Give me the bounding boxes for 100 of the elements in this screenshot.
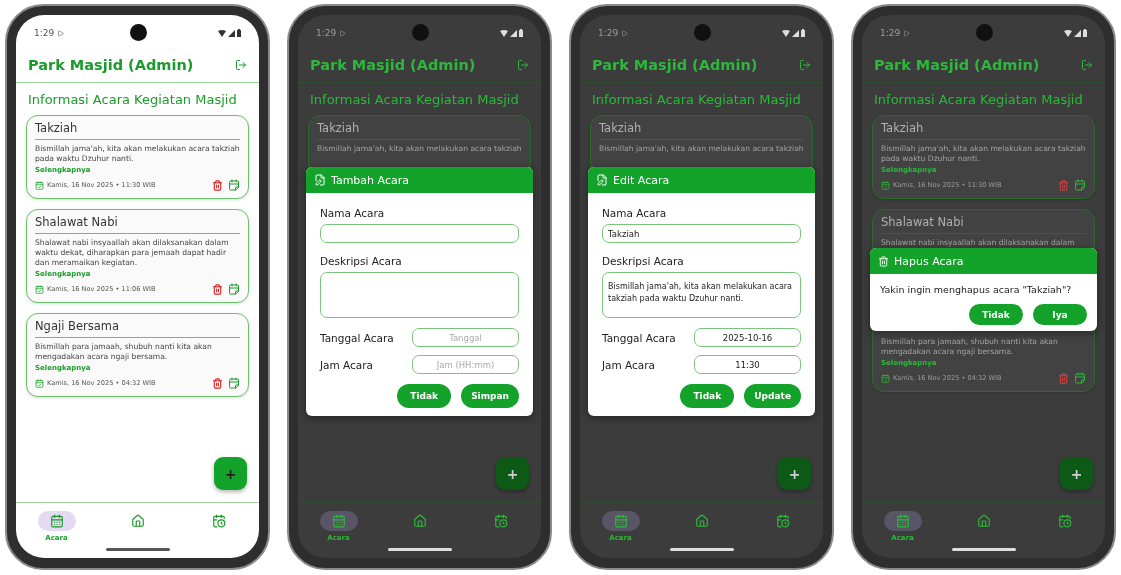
- calendar-clock-icon: [211, 514, 226, 528]
- signal-icon: [1074, 29, 1081, 37]
- calendar-edit-icon[interactable]: [1074, 179, 1086, 191]
- camera-hole: [129, 24, 147, 41]
- dialog-button[interactable]: Tidak: [397, 384, 452, 408]
- nav-tab[interactable]: [883, 511, 922, 531]
- input-field[interactable]: 11:30: [694, 355, 801, 374]
- wifi-icon: [782, 29, 790, 37]
- delete-icon[interactable]: [1058, 372, 1069, 384]
- calendar-icon: [35, 378, 44, 388]
- logout-icon[interactable]: [235, 59, 247, 71]
- delete-icon[interactable]: [212, 283, 223, 295]
- home-icon: [976, 514, 991, 528]
- document-pen-icon: [596, 174, 608, 186]
- field-label: Jam Acara: [602, 358, 657, 371]
- wifi-icon: [500, 29, 508, 37]
- add-button[interactable]: +: [1060, 457, 1093, 490]
- field-label: Deskripsi Acara: [320, 255, 403, 267]
- calendar-edit-icon[interactable]: [228, 283, 240, 295]
- text-area[interactable]: Bismillah jama'ah, kita akan melakukan acara takziah pada waktu Dzuhur nanti.: [602, 272, 801, 318]
- play-icon: [57, 29, 65, 37]
- field-label: Jam Acara: [320, 358, 375, 371]
- camera-hole: [411, 24, 429, 41]
- dialog-button[interactable]: Update: [744, 384, 801, 408]
- status-time: 1:29: [34, 28, 55, 38]
- page-heading: Informasi Acara Kegiatan Masjid: [27, 91, 238, 109]
- logout-icon[interactable]: [1081, 59, 1093, 71]
- logout-icon[interactable]: [799, 59, 811, 71]
- home-icon: [130, 514, 145, 528]
- play-icon: [339, 29, 347, 37]
- dialog-title: Edit Acara: [613, 173, 670, 187]
- event-title: Ngaji Bersama: [35, 319, 240, 338]
- delete-icon[interactable]: [1058, 179, 1069, 191]
- calendar-icon: [331, 514, 346, 528]
- camera-hole: [693, 24, 711, 41]
- field-label: Tanggal Acara: [320, 331, 395, 344]
- field-label: Deskripsi Acara: [602, 255, 685, 267]
- logout-icon[interactable]: [517, 59, 529, 71]
- event-title: Shalawat Nabi: [881, 215, 1086, 234]
- home-icon: [412, 514, 427, 528]
- dialog-title: Hapus Acara: [894, 254, 964, 268]
- status-time: 1:29: [316, 28, 337, 38]
- dialog-title: Tambah Acara: [331, 173, 409, 187]
- field-label: Nama Acara: [320, 207, 386, 219]
- play-icon: [903, 29, 911, 37]
- dialog-button[interactable]: Tidak: [680, 384, 735, 408]
- page-heading: Informasi Acara Kegiatan Masjid: [873, 91, 1084, 109]
- battery-icon: [1083, 29, 1087, 37]
- home-indicator: [387, 548, 452, 551]
- signal-icon: [510, 29, 517, 37]
- signal-icon: [792, 29, 799, 37]
- dialog-button[interactable]: Tidak: [969, 304, 1023, 325]
- app-title: Park Masjid (Admin): [28, 57, 194, 73]
- text-area[interactable]: [320, 272, 519, 318]
- status-time: 1:29: [598, 28, 619, 38]
- delete-icon[interactable]: [212, 377, 223, 389]
- input-field[interactable]: Jam (HH:mm): [412, 355, 519, 374]
- wifi-icon: [1064, 29, 1072, 37]
- home-indicator: [669, 548, 734, 551]
- calendar-clock-icon: [1057, 514, 1072, 528]
- event-title: Takziah: [35, 121, 240, 140]
- event-title: Takziah: [599, 121, 804, 140]
- calendar-icon: [35, 180, 44, 190]
- input-field[interactable]: Tanggal: [412, 328, 519, 347]
- calendar-edit-icon[interactable]: [228, 377, 240, 389]
- calendar-icon: [881, 373, 890, 383]
- wifi-icon: [218, 29, 226, 37]
- calendar-edit-icon[interactable]: [1074, 372, 1086, 384]
- nav-tab[interactable]: [37, 511, 76, 531]
- nav-tab[interactable]: [319, 511, 358, 531]
- calendar-icon: [35, 284, 44, 294]
- home-indicator: [105, 548, 170, 551]
- input-field[interactable]: Takziah: [602, 224, 801, 243]
- delete-icon[interactable]: [212, 179, 223, 191]
- battery-icon: [237, 29, 241, 37]
- calendar-clock-icon: [775, 514, 790, 528]
- event-title: Takziah: [881, 121, 1086, 140]
- input-field[interactable]: 2025-10-16: [694, 328, 801, 347]
- signal-icon: [228, 29, 235, 37]
- page-heading: Informasi Acara Kegiatan Masjid: [309, 91, 520, 109]
- add-button[interactable]: +: [778, 457, 811, 490]
- app-title: Park Masjid (Admin): [874, 57, 1040, 73]
- battery-icon: [519, 29, 523, 37]
- event-title: Shalawat Nabi: [35, 215, 240, 234]
- calendar-icon: [613, 514, 628, 528]
- document-pen-icon: [314, 174, 326, 186]
- status-time: 1:29: [880, 28, 901, 38]
- calendar-edit-icon[interactable]: [228, 179, 240, 191]
- calendar-icon: [895, 514, 910, 528]
- add-button[interactable]: +: [496, 457, 529, 490]
- dialog-button[interactable]: Simpan: [461, 384, 519, 408]
- trash-icon: [878, 255, 889, 267]
- calendar-icon: [49, 514, 64, 528]
- add-button[interactable]: +: [214, 457, 247, 490]
- dialog-button[interactable]: Iya: [1033, 304, 1087, 325]
- app-title: Park Masjid (Admin): [310, 57, 476, 73]
- camera-hole: [975, 24, 993, 41]
- input-field[interactable]: [320, 224, 519, 243]
- field-label: Nama Acara: [602, 207, 668, 219]
- nav-tab[interactable]: [601, 511, 640, 531]
